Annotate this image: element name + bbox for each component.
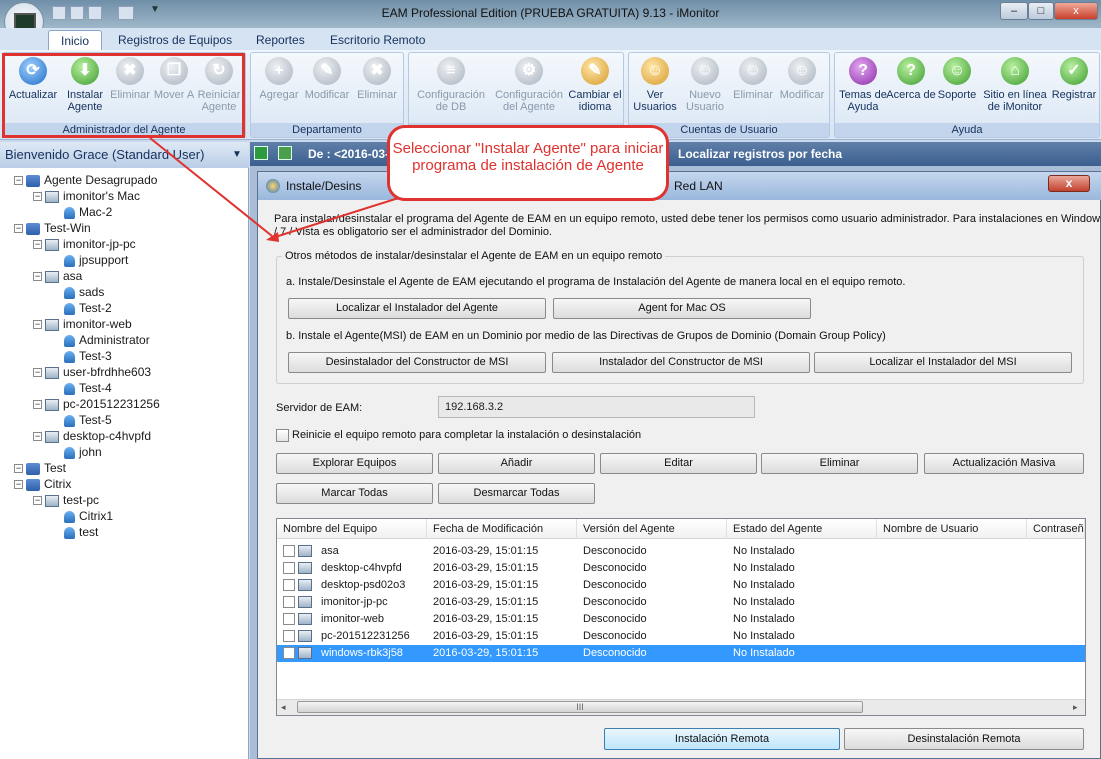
callout-arrows	[149, 137, 409, 242]
annotation-callout: Seleccionar "Instalar Agente" para inici…	[387, 125, 669, 201]
